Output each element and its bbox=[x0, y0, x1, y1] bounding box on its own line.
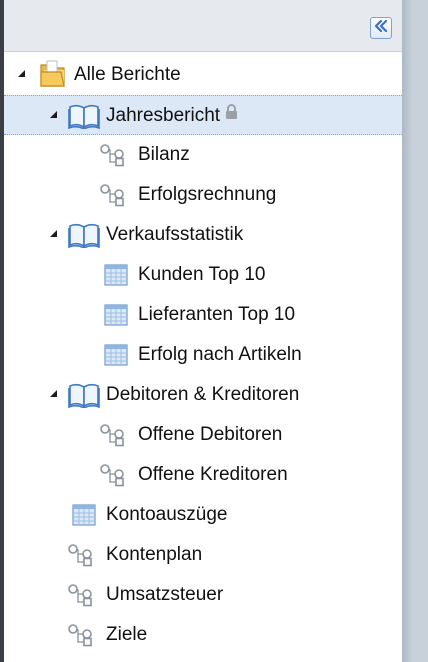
folder-icon bbox=[38, 59, 68, 94]
tree-node-label-text: Jahresbericht bbox=[106, 105, 221, 127]
tree-node-label: Kontoauszüge bbox=[106, 504, 228, 525]
book-icon bbox=[68, 382, 100, 413]
hierarchy-icon bbox=[68, 623, 94, 652]
report-tree: Alle Berichte Jahresbericht Bilanz Erfol… bbox=[4, 55, 402, 655]
tree-node-alle-berichte[interactable]: Alle Berichte bbox=[4, 55, 402, 95]
scrollbar-track[interactable] bbox=[402, 0, 428, 662]
lock-icon bbox=[225, 103, 238, 125]
tree-node-kontoauszuege[interactable]: Kontoauszüge bbox=[4, 495, 402, 535]
reports-panel: Alle Berichte Jahresbericht Bilanz Erfol… bbox=[4, 0, 402, 662]
tree-node-kontenplan[interactable]: Kontenplan bbox=[4, 535, 402, 575]
expand-toggle-icon[interactable] bbox=[18, 70, 25, 77]
tree-node-erfolg-nach-artikeln[interactable]: Erfolg nach Artikeln bbox=[4, 335, 402, 375]
tree-node-offene-kreditoren[interactable]: Offene Kreditoren bbox=[4, 455, 402, 495]
hierarchy-icon bbox=[68, 543, 94, 572]
table-icon bbox=[72, 504, 96, 531]
hierarchy-icon bbox=[68, 583, 94, 612]
tree-node-ziele[interactable]: Ziele bbox=[4, 615, 402, 655]
tree-node-label: Erfolg nach Artikeln bbox=[138, 344, 302, 365]
tree-node-label: Offene Debitoren bbox=[138, 424, 283, 445]
tree-node-label: Debitoren & Kreditoren bbox=[106, 384, 300, 405]
tree-node-jahresbericht[interactable]: Jahresbericht bbox=[4, 95, 402, 135]
tree-node-label: Umsatzsteuer bbox=[106, 584, 224, 605]
tree-node-label: Ziele bbox=[106, 624, 148, 645]
book-icon bbox=[68, 103, 100, 134]
collapse-button[interactable] bbox=[370, 17, 392, 39]
tree-node-umsatzsteuer[interactable]: Umsatzsteuer bbox=[4, 575, 402, 615]
tree-node-label: Jahresbericht bbox=[106, 103, 238, 127]
table-icon bbox=[104, 304, 128, 331]
double-chevron-left-icon bbox=[374, 19, 388, 37]
hierarchy-icon bbox=[100, 463, 126, 492]
tree-node-label: Bilanz bbox=[138, 144, 190, 165]
hierarchy-icon bbox=[100, 423, 126, 452]
expand-toggle-icon[interactable] bbox=[50, 111, 57, 118]
panel-header bbox=[4, 0, 402, 52]
expand-toggle-icon[interactable] bbox=[50, 390, 57, 397]
tree-node-label: Lieferanten Top 10 bbox=[138, 304, 296, 325]
tree-node-kunden-top-10[interactable]: Kunden Top 10 bbox=[4, 255, 402, 295]
tree-node-verkaufsstatistik[interactable]: Verkaufsstatistik bbox=[4, 215, 402, 255]
tree-node-debitoren-kreditoren[interactable]: Debitoren & Kreditoren bbox=[4, 375, 402, 415]
hierarchy-icon bbox=[100, 183, 126, 212]
table-icon bbox=[104, 264, 128, 291]
hierarchy-icon bbox=[100, 143, 126, 172]
tree-node-label: Offene Kreditoren bbox=[138, 464, 288, 485]
tree-node-lieferanten-top-10[interactable]: Lieferanten Top 10 bbox=[4, 295, 402, 335]
tree-node-label: Erfolgsrechnung bbox=[138, 184, 277, 205]
tree-node-offene-debitoren[interactable]: Offene Debitoren bbox=[4, 415, 402, 455]
expand-toggle-icon[interactable] bbox=[50, 230, 57, 237]
tree-node-label: Kunden Top 10 bbox=[138, 264, 266, 285]
tree-node-label: Alle Berichte bbox=[74, 64, 181, 85]
tree-node-label: Verkaufsstatistik bbox=[106, 224, 244, 245]
tree-node-label: Kontenplan bbox=[106, 544, 203, 565]
table-icon bbox=[104, 344, 128, 371]
scrollbar[interactable] bbox=[402, 0, 428, 662]
book-icon bbox=[68, 222, 100, 253]
tree-node-erfolgsrechnung[interactable]: Erfolgsrechnung bbox=[4, 175, 402, 215]
tree-node-bilanz[interactable]: Bilanz bbox=[4, 135, 402, 175]
